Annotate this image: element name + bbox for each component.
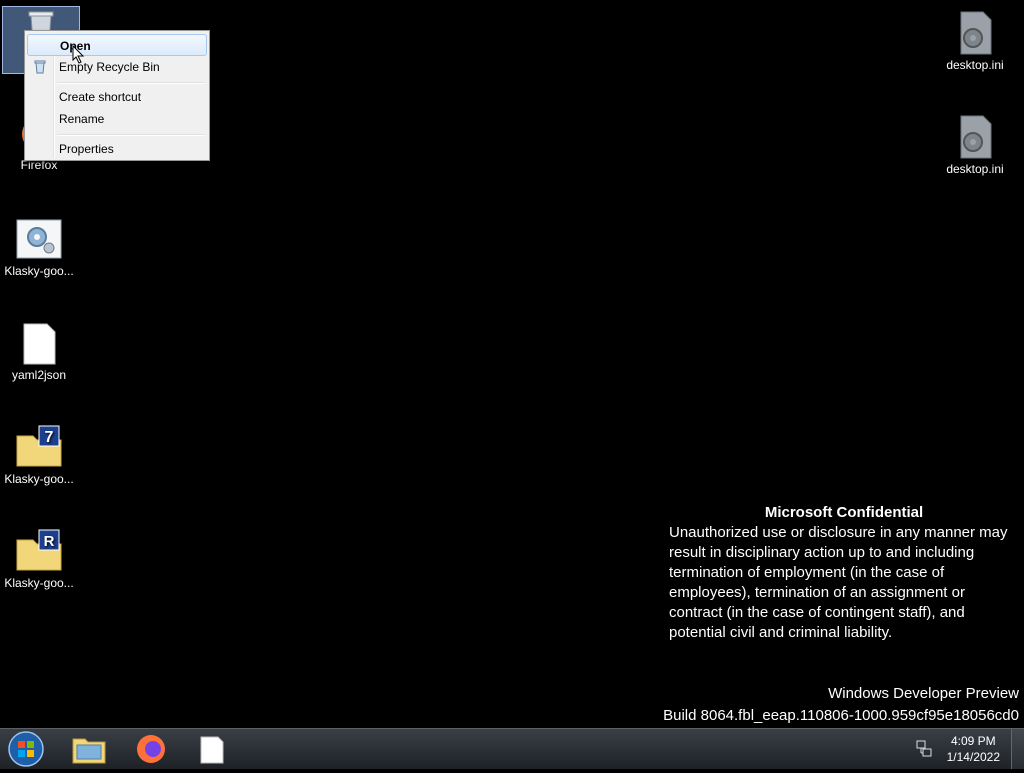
desktop-icon-klasky-1[interactable]: Klasky-goo... — [1, 218, 77, 278]
explorer-folder-icon — [72, 738, 106, 764]
menu-separator — [57, 82, 205, 84]
show-desktop-button[interactable] — [1011, 729, 1024, 769]
settings-file-icon — [951, 114, 999, 160]
desktop-icon-desktop-ini-2[interactable]: desktop.ini — [937, 114, 1013, 176]
firefox-icon — [137, 735, 165, 763]
desktop-icon-desktop-ini-1[interactable]: desktop.ini — [937, 10, 1013, 72]
clock-date: 1/14/2022 — [946, 750, 1000, 764]
taskbar-clock[interactable]: 4:09 PM 1/14/2022 — [947, 733, 1000, 765]
start-orb-icon — [8, 731, 44, 767]
desktop-icon-yaml2json[interactable]: yaml2json — [1, 322, 77, 382]
klasky-label-2: Klasky-goo... — [4, 472, 74, 486]
menu-item-open[interactable]: Open — [27, 34, 207, 56]
desktop-icon-klasky-2[interactable]: 7 Klasky-goo... — [1, 424, 77, 486]
build-info: Windows Developer Preview Build 8064.fbl… — [663, 683, 1019, 727]
taskbar-explorer-button[interactable] — [63, 731, 115, 767]
context-menu: Open Empty Recycle Bin Create shortcut R… — [24, 30, 210, 161]
menu-item-empty-recycle-bin[interactable]: Empty Recycle Bin — [27, 56, 207, 78]
blank-file-icon — [15, 322, 63, 366]
klasky-label-3: Klasky-goo... — [4, 576, 74, 590]
mouse-cursor-icon — [72, 44, 86, 65]
blank-document-icon — [200, 736, 224, 764]
taskbar-firefox-button[interactable] — [125, 731, 177, 767]
menu-item-rename-label: Rename — [59, 112, 105, 126]
recycle-bin-small-icon — [33, 59, 47, 74]
yaml2json-label: yaml2json — [11, 368, 67, 382]
settings-file-icon — [15, 218, 63, 262]
taskbar: 4:09 PM 1/14/2022 — [0, 728, 1024, 769]
network-icon[interactable] — [914, 739, 934, 759]
confidential-body: Unauthorized use or disclosure in any ma… — [669, 524, 1008, 641]
desktop-ini-label-1: desktop.ini — [946, 58, 1004, 72]
klasky-label-1: Klasky-goo... — [4, 264, 74, 278]
svg-text:R: R — [44, 533, 55, 550]
start-button[interactable] — [6, 730, 46, 768]
menu-item-properties[interactable]: Properties — [27, 138, 207, 160]
edition-text: Windows Developer Preview — [828, 685, 1019, 702]
confidential-notice: Microsoft Confidential Unauthorized use … — [669, 503, 1019, 643]
menu-item-properties-label: Properties — [59, 142, 114, 156]
menu-item-rename[interactable]: Rename — [27, 108, 207, 130]
menu-item-create-shortcut-label: Create shortcut — [59, 90, 142, 104]
7zip-archive-folder-icon: 7 — [15, 424, 63, 470]
desktop-icon-klasky-3[interactable]: R Klasky-goo... — [1, 528, 77, 590]
desktop-ini-label-2: desktop.ini — [946, 162, 1004, 176]
svg-text:7: 7 — [45, 429, 54, 446]
confidential-title: Microsoft Confidential — [764, 504, 924, 521]
rar-archive-folder-icon: R — [15, 528, 63, 574]
build-text: Build 8064.fbl_eeap.110806-1000.959cf95e… — [663, 707, 1019, 724]
taskbar-document-button[interactable] — [186, 731, 238, 767]
menu-separator — [57, 134, 205, 136]
menu-item-create-shortcut[interactable]: Create shortcut — [27, 86, 207, 108]
clock-time: 4:09 PM — [950, 734, 996, 748]
settings-file-icon — [951, 10, 999, 56]
